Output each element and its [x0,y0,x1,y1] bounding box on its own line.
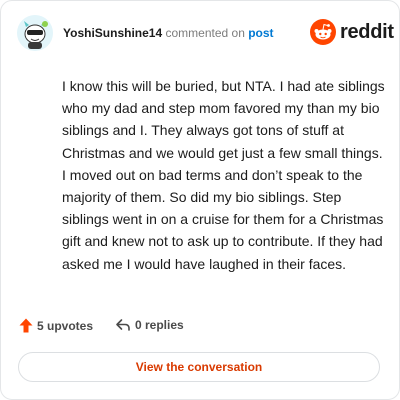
replies-count: 0 replies [135,318,184,332]
user-avatar[interactable] [17,15,53,51]
username[interactable]: YoshiSunshine14 [63,26,162,40]
post-link[interactable]: post [248,26,273,40]
comment-card: YoshiSunshine14 commented on post reddit… [0,0,400,400]
comment-header: YoshiSunshine14 commented on post [63,26,274,40]
reddit-snoo-icon [310,19,336,45]
upvotes-count: 5 upvotes [37,318,94,333]
comment-text: I know this will be buried, but NTA. I h… [62,78,385,272]
snoo-avatar-icon [17,15,53,51]
reddit-wordmark: reddit [340,20,394,43]
action-text: commented on [165,26,245,40]
view-conversation-button[interactable]: View the conversation [18,352,380,382]
reddit-logo[interactable]: reddit [310,19,394,45]
upvotes[interactable]: 5 upvotes [19,318,93,333]
reply-arrow-icon [116,319,130,331]
replies[interactable]: 0 replies [115,318,184,332]
upvote-arrow-icon [19,318,33,333]
